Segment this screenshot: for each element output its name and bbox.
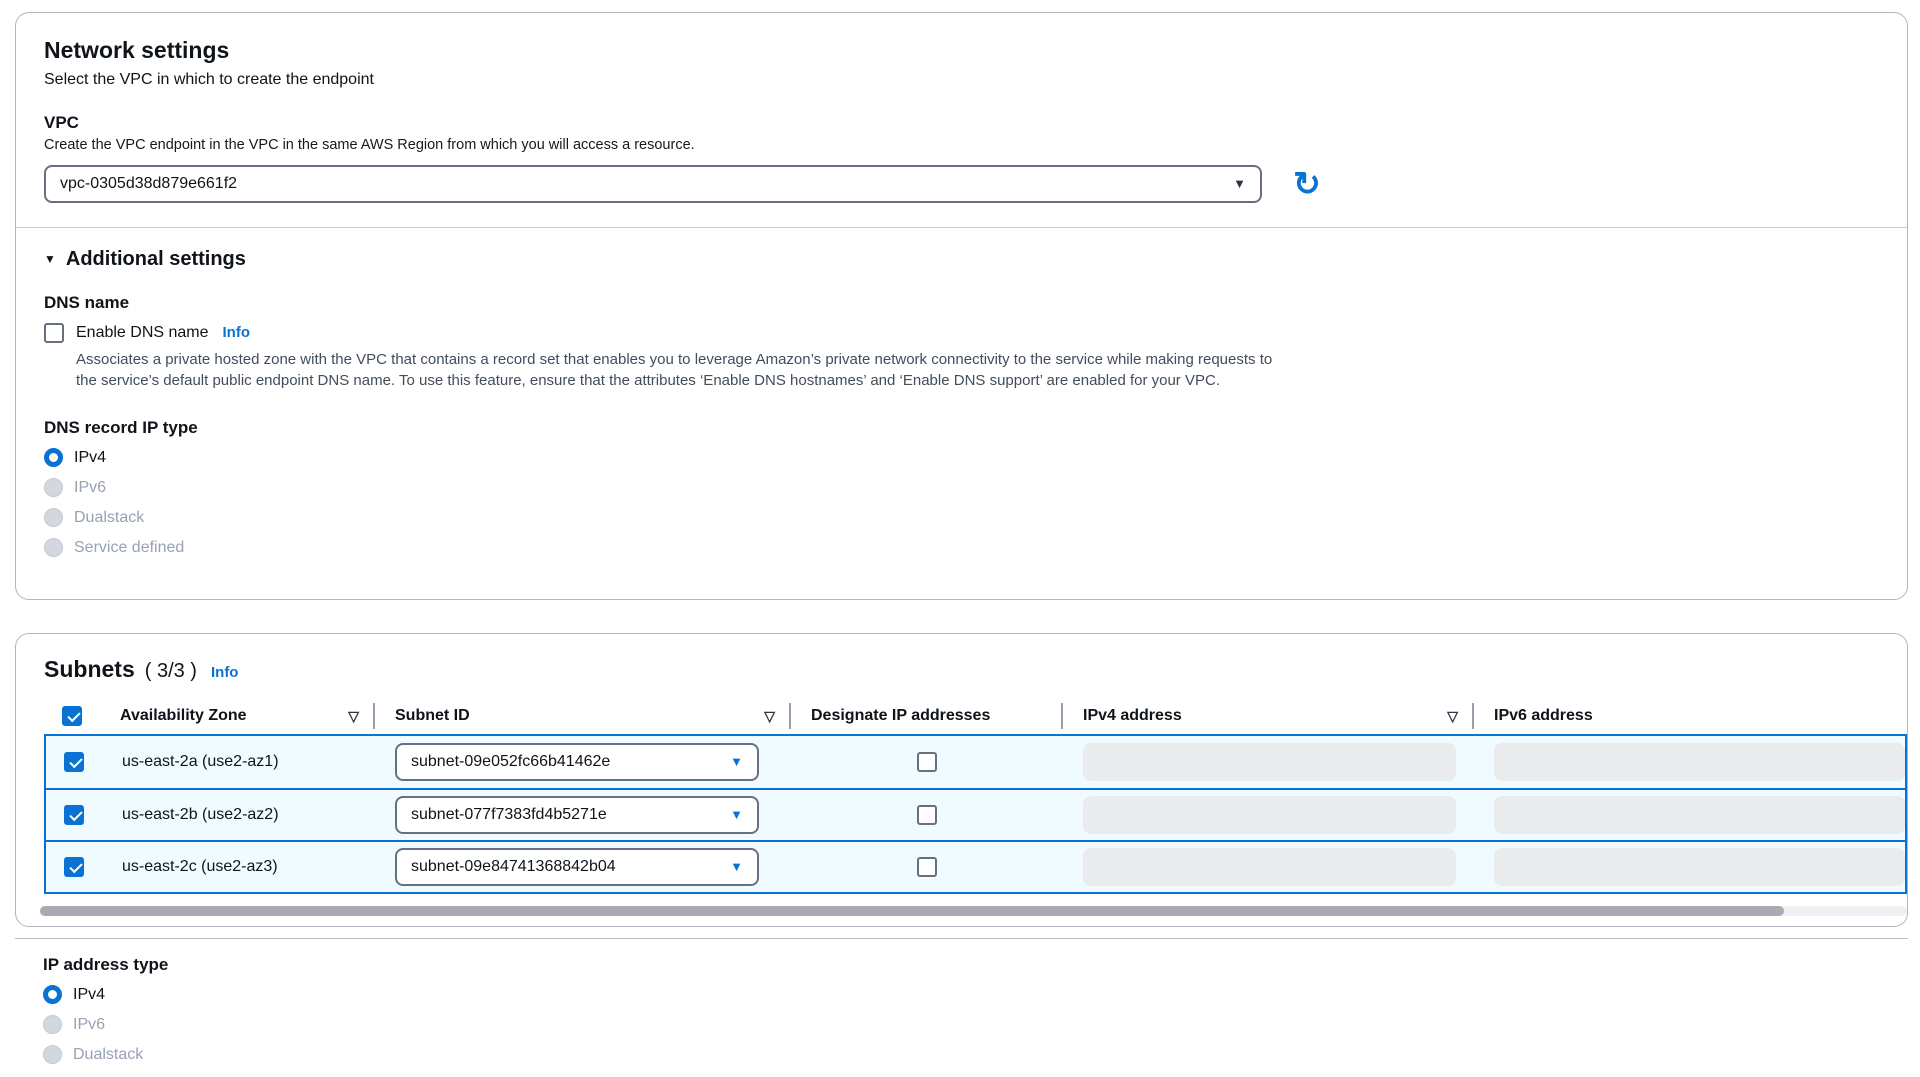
subnets-table-body: us-east-2a (use2-az1) subnet-09e052fc66b… (44, 734, 1907, 894)
designate-ip-checkbox[interactable] (917, 805, 937, 825)
dns-name-label: DNS name (44, 293, 1879, 313)
section-divider (16, 227, 1907, 228)
radio-button-icon (44, 478, 63, 497)
subnet-id-value: subnet-09e052fc66b41462e (411, 753, 610, 771)
network-settings-title: Network settings (44, 37, 1879, 65)
filter-triangle-icon[interactable]: ▽ (348, 709, 359, 723)
subnets-table-header: Availability Zone ▽ Subnet ID ▽ Designat… (44, 698, 1907, 734)
ipv6-address-input (1494, 848, 1905, 886)
availability-zone-cell: us-east-2c (use2-az3) (102, 858, 375, 876)
radio-button-icon (43, 1045, 62, 1064)
caret-down-icon: ▼ (1233, 177, 1246, 190)
subnets-card: Subnets ( 3/3 ) Info Availability Zone ▽… (15, 633, 1908, 927)
subnet-id-select[interactable]: subnet-077f7383fd4b5271e ▼ (395, 796, 759, 834)
radio-label: Service defined (74, 539, 184, 557)
ip-address-type-group: IPv4 IPv6 Dualstack (43, 985, 1880, 1064)
network-settings-card: Network settings Select the VPC in which… (15, 12, 1908, 600)
refresh-icon: ↻ (1293, 167, 1321, 200)
table-row: us-east-2b (use2-az2) subnet-077f7383fd4… (46, 788, 1905, 840)
row-select-checkbox[interactable] (64, 805, 84, 825)
ipv6-address-input (1494, 796, 1905, 834)
radio-button-icon[interactable] (44, 448, 63, 467)
column-header-designate-ip: Designate IP addresses (789, 703, 1061, 729)
vpc-label: VPC (44, 113, 1879, 133)
filter-triangle-icon[interactable]: ▽ (1447, 709, 1458, 723)
column-label: Subnet ID (395, 707, 470, 725)
horizontal-scrollbar-track (40, 906, 1907, 916)
subnet-id-select[interactable]: subnet-09e84741368842b04 ▼ (395, 848, 759, 886)
column-label: IPv6 address (1494, 707, 1593, 725)
designate-ip-checkbox[interactable] (917, 752, 937, 772)
dns-help-text: Associates a private hosted zone with th… (76, 349, 1274, 393)
radio-button-icon (43, 1015, 62, 1034)
refresh-button[interactable]: ↻ (1286, 163, 1328, 205)
radio-option-service-defined: Service defined (44, 538, 1879, 557)
radio-button-icon[interactable] (43, 985, 62, 1004)
radio-label: IPv6 (74, 479, 106, 497)
horizontal-scrollbar-thumb[interactable] (40, 906, 1784, 916)
ip-address-type-section: IP address type IPv4 IPv6 Dualstack (15, 938, 1908, 1064)
select-all-checkbox[interactable] (62, 706, 82, 726)
ipv4-address-input (1083, 743, 1456, 781)
radio-option-ipv4[interactable]: IPv4 (43, 985, 1880, 1004)
filter-triangle-icon[interactable]: ▽ (764, 709, 775, 723)
table-row: us-east-2c (use2-az3) subnet-09e84741368… (46, 840, 1905, 892)
triangle-down-icon: ▼ (44, 253, 56, 265)
radio-option-ipv6: IPv6 (43, 1015, 1880, 1034)
subnets-title: Subnets (44, 656, 135, 684)
radio-option-ipv6: IPv6 (44, 478, 1879, 497)
subnet-id-value: subnet-09e84741368842b04 (411, 858, 616, 876)
additional-settings-title: Additional settings (66, 248, 246, 271)
subnets-info-link[interactable]: Info (211, 664, 239, 681)
radio-option-dualstack: Dualstack (44, 508, 1879, 527)
enable-dns-label: Enable DNS name (76, 324, 209, 342)
network-settings-subtitle: Select the VPC in which to create the en… (44, 71, 1879, 89)
dns-record-ip-type-group: IPv4 IPv6 Dualstack Service defined (44, 448, 1879, 557)
radio-label: IPv6 (73, 1016, 105, 1034)
ipv6-address-input (1494, 743, 1905, 781)
vpc-select-row: vpc-0305d38d879e661f2 ▼ ↻ (44, 163, 1879, 205)
column-label: IPv4 address (1083, 707, 1182, 725)
row-select-checkbox[interactable] (64, 752, 84, 772)
dns-record-ip-type-label: DNS record IP type (44, 418, 1879, 438)
radio-button-icon (44, 538, 63, 557)
caret-down-icon: ▼ (730, 860, 743, 873)
ipv4-address-input (1083, 796, 1456, 834)
radio-option-dualstack: Dualstack (43, 1045, 1880, 1064)
vpc-select[interactable]: vpc-0305d38d879e661f2 ▼ (44, 165, 1262, 203)
vpc-select-value: vpc-0305d38d879e661f2 (60, 175, 237, 193)
radio-option-ipv4[interactable]: IPv4 (44, 448, 1879, 467)
column-header-ipv6-address: IPv6 address (1472, 703, 1907, 729)
table-row: us-east-2a (use2-az1) subnet-09e052fc66b… (46, 736, 1905, 788)
ip-address-type-label: IP address type (43, 955, 1880, 975)
enable-dns-checkbox[interactable] (44, 323, 64, 343)
enable-dns-row: Enable DNS name Info (44, 323, 1879, 343)
caret-down-icon: ▼ (730, 808, 743, 821)
radio-label: IPv4 (74, 449, 106, 467)
radio-label: IPv4 (73, 986, 105, 1004)
radio-label: Dualstack (73, 1046, 143, 1064)
column-label: Designate IP addresses (811, 707, 990, 725)
availability-zone-cell: us-east-2a (use2-az1) (102, 753, 375, 771)
additional-settings-expander[interactable]: ▼ Additional settings (44, 248, 1879, 271)
column-label: Availability Zone (120, 707, 247, 725)
radio-label: Dualstack (74, 509, 144, 527)
radio-button-icon (44, 508, 63, 527)
subnet-id-select[interactable]: subnet-09e052fc66b41462e ▼ (395, 743, 759, 781)
row-select-checkbox[interactable] (64, 857, 84, 877)
caret-down-icon: ▼ (730, 755, 743, 768)
subnets-title-row: Subnets ( 3/3 ) Info (44, 656, 1879, 684)
header-checkbox-cell (44, 703, 100, 729)
subnets-count: ( 3/3 ) (145, 660, 197, 683)
subnet-id-value: subnet-077f7383fd4b5271e (411, 806, 607, 824)
enable-dns-info-link[interactable]: Info (223, 324, 251, 341)
vpc-description: Create the VPC endpoint in the VPC in th… (44, 137, 1879, 153)
column-header-subnet-id[interactable]: Subnet ID ▽ (373, 703, 789, 729)
column-header-ipv4-address[interactable]: IPv4 address ▽ (1061, 703, 1472, 729)
availability-zone-cell: us-east-2b (use2-az2) (102, 806, 375, 824)
column-header-availability-zone[interactable]: Availability Zone ▽ (100, 703, 373, 729)
ipv4-address-input (1083, 848, 1456, 886)
designate-ip-checkbox[interactable] (917, 857, 937, 877)
